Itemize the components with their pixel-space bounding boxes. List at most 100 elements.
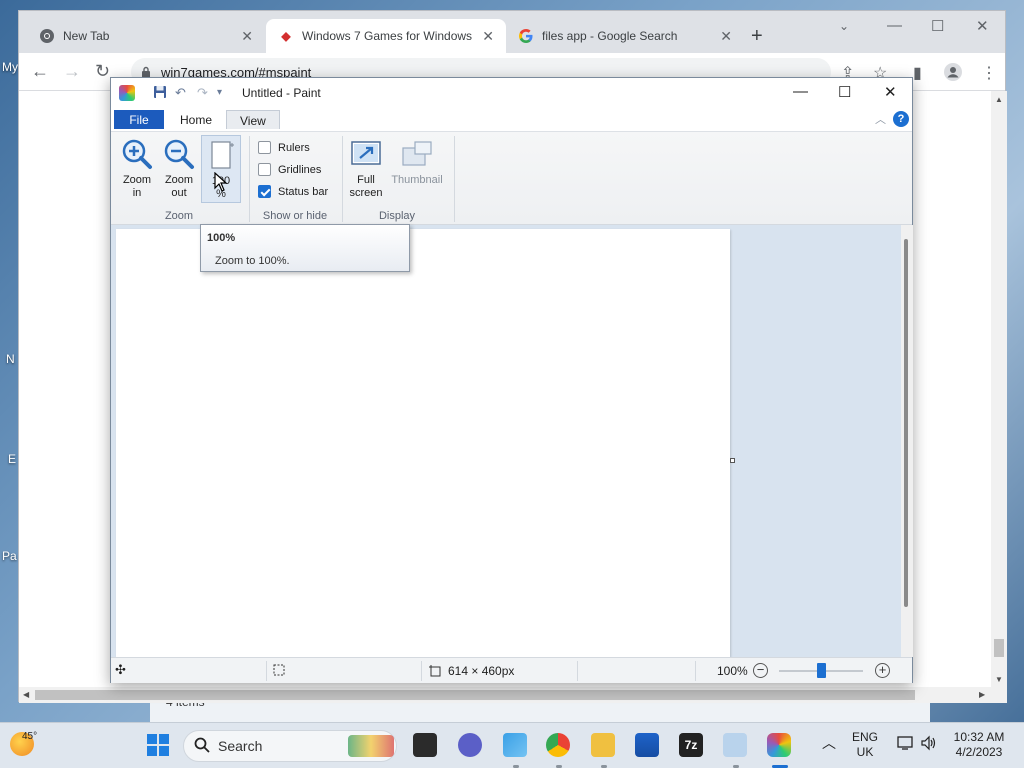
status-divider [421, 661, 422, 681]
7zip-icon[interactable]: 7z [679, 733, 703, 757]
rulers-checkbox[interactable]: Rulers [258, 141, 310, 154]
language-indicator[interactable]: ENG UK [852, 730, 878, 760]
forward-arrow-icon[interactable]: → [63, 61, 81, 82]
chrome-taskbar-icon[interactable] [546, 733, 570, 757]
redo-icon[interactable]: ↷ [197, 85, 208, 101]
thumbnail-button[interactable]: Thumbnail [387, 138, 447, 187]
scroll-thumb[interactable] [994, 639, 1004, 657]
new-tab-plus-icon[interactable]: + [751, 25, 763, 48]
zoom-in-button[interactable]: Zoom in [119, 138, 155, 200]
zoom-in-label: Zoom [122, 174, 152, 186]
tab-home[interactable]: Home [167, 110, 225, 129]
minimize-icon[interactable]: — [887, 17, 902, 34]
kebab-menu-icon[interactable]: ⋮ [981, 63, 997, 83]
close-icon[interactable]: ✕ [720, 28, 732, 45]
search-icon [194, 737, 210, 756]
status-divider [577, 661, 578, 681]
clock[interactable]: 10:32 AM 4/2/2023 [948, 730, 1010, 760]
weather-temp: 45° [22, 731, 38, 742]
zoom-level-text: 100% [717, 664, 748, 678]
zoom-in-label: in [132, 187, 142, 199]
tab-view[interactable]: View [226, 110, 280, 129]
scroll-right-arrow-icon[interactable]: ▶ [979, 690, 985, 699]
zoom-out-button[interactable]: Zoom out [161, 138, 197, 200]
taskbar: 45° Search 7z ︿ ENG UK 10:32 AM 4/2/2023 [0, 722, 1024, 768]
drawing-canvas[interactable] [116, 229, 730, 657]
status-bar-checkbox[interactable]: Status bar [258, 185, 328, 198]
paint-taskbar-icon[interactable] [767, 733, 791, 757]
win7games-icon: ◆ [281, 29, 291, 43]
status-divider [266, 661, 267, 681]
scroll-thumb[interactable] [35, 690, 915, 700]
close-window-icon[interactable]: ✕ [976, 17, 989, 35]
zoom-out-label: out [171, 187, 187, 199]
search-placeholder: Search [218, 738, 263, 754]
scroll-left-arrow-icon[interactable]: ◀ [23, 690, 29, 699]
close-icon[interactable]: ✕ [241, 28, 253, 45]
scroll-up-arrow-icon[interactable]: ▲ [995, 95, 1003, 104]
taskbar-search-box[interactable]: Search [183, 730, 397, 762]
page-horizontal-scrollbar[interactable]: ◀ ▶ [19, 687, 1007, 703]
task-view-icon[interactable] [413, 733, 437, 757]
show-hidden-icons-chevron-icon[interactable]: ︿ [822, 736, 836, 751]
zoom-100-button[interactable]: 100 % [201, 135, 241, 203]
explorer-window-strip: 4 items [150, 695, 930, 722]
collapse-ribbon-icon[interactable]: ︿ [875, 111, 886, 127]
tab-strip: New Tab ✕ ◆ Windows 7 Games for Windows … [19, 11, 1005, 53]
gridlines-checkbox[interactable]: Gridlines [258, 163, 321, 176]
paint-title-bar: ↶ ↷ ▾ Untitled - Paint — ☐ ✕ [111, 78, 912, 108]
zoom-out-label: Zoom [164, 174, 194, 186]
close-icon[interactable]: ✕ [482, 28, 494, 45]
windows-start-icon[interactable] [146, 733, 170, 757]
scroll-down-arrow-icon[interactable]: ▼ [995, 675, 1003, 684]
teams-chat-icon[interactable] [458, 733, 482, 757]
desktop-label: N [6, 352, 15, 366]
tab-title: Windows 7 Games for Windows [302, 29, 472, 43]
tab-search-chevron-icon[interactable]: ⌄ [839, 19, 849, 33]
scroll-thumb[interactable] [904, 239, 908, 607]
full-screen-label: Full [357, 174, 375, 186]
volume-icon[interactable] [920, 735, 938, 755]
undo-icon[interactable]: ↶ [175, 85, 186, 101]
minimize-icon[interactable]: — [793, 83, 808, 100]
tooltip-title: 100% [207, 232, 236, 244]
maximize-icon[interactable]: ☐ [838, 83, 851, 101]
network-icon[interactable] [897, 735, 915, 755]
zoom-out-circle-icon[interactable]: − [753, 663, 768, 678]
reload-icon[interactable]: ↻ [95, 61, 110, 82]
zoom-slider-thumb[interactable] [817, 663, 826, 678]
gridlines-label: Gridlines [278, 163, 322, 176]
profile-avatar-icon[interactable] [944, 63, 962, 86]
thumbnail-label: Thumbnail [391, 174, 443, 186]
save-icon[interactable] [153, 85, 167, 102]
microsoft-store-icon[interactable] [635, 733, 659, 757]
tooltip: 100% Zoom to 100%. [200, 224, 410, 272]
canvas-size: 614 × 460px [428, 664, 514, 678]
canvas-vertical-scrollbar[interactable] [901, 225, 913, 657]
canvas-resize-handle[interactable] [730, 458, 735, 463]
selection-size-icon [272, 663, 286, 677]
file-explorer-icon[interactable] [591, 733, 615, 757]
clock-date: 4/2/2023 [955, 745, 1003, 759]
close-window-icon[interactable]: ✕ [884, 83, 897, 101]
full-screen-button[interactable]: Full screen [345, 138, 387, 200]
page-vertical-scrollbar[interactable]: ▲ ▼ [991, 91, 1007, 687]
side-panel-icon[interactable]: ▮ [913, 63, 922, 83]
paint-app-icon[interactable] [119, 85, 135, 101]
customize-quick-access-icon[interactable]: ▾ [217, 87, 222, 98]
tab-file[interactable]: File [114, 110, 164, 129]
zoom-in-icon [121, 138, 153, 170]
language-code: ENG [852, 730, 879, 744]
performance-monitor-icon[interactable] [723, 733, 747, 757]
show-hide-group-label: Show or hide [262, 210, 328, 222]
widgets-icon[interactable] [503, 733, 527, 757]
maximize-icon[interactable]: ☐ [931, 17, 944, 35]
cursor-position-icon: ✣ [115, 662, 126, 677]
rulers-label: Rulers [278, 141, 310, 154]
tab-windows7-games[interactable]: ◆ Windows 7 Games for Windows ✕ [266, 19, 506, 53]
tab-new-tab[interactable]: New Tab ✕ [27, 19, 265, 53]
zoom-in-circle-icon[interactable]: + [875, 663, 890, 678]
back-arrow-icon[interactable]: ← [31, 61, 49, 82]
tab-files-app-search[interactable]: files app - Google Search ✕ [506, 19, 744, 53]
help-icon[interactable]: ? [893, 111, 909, 127]
